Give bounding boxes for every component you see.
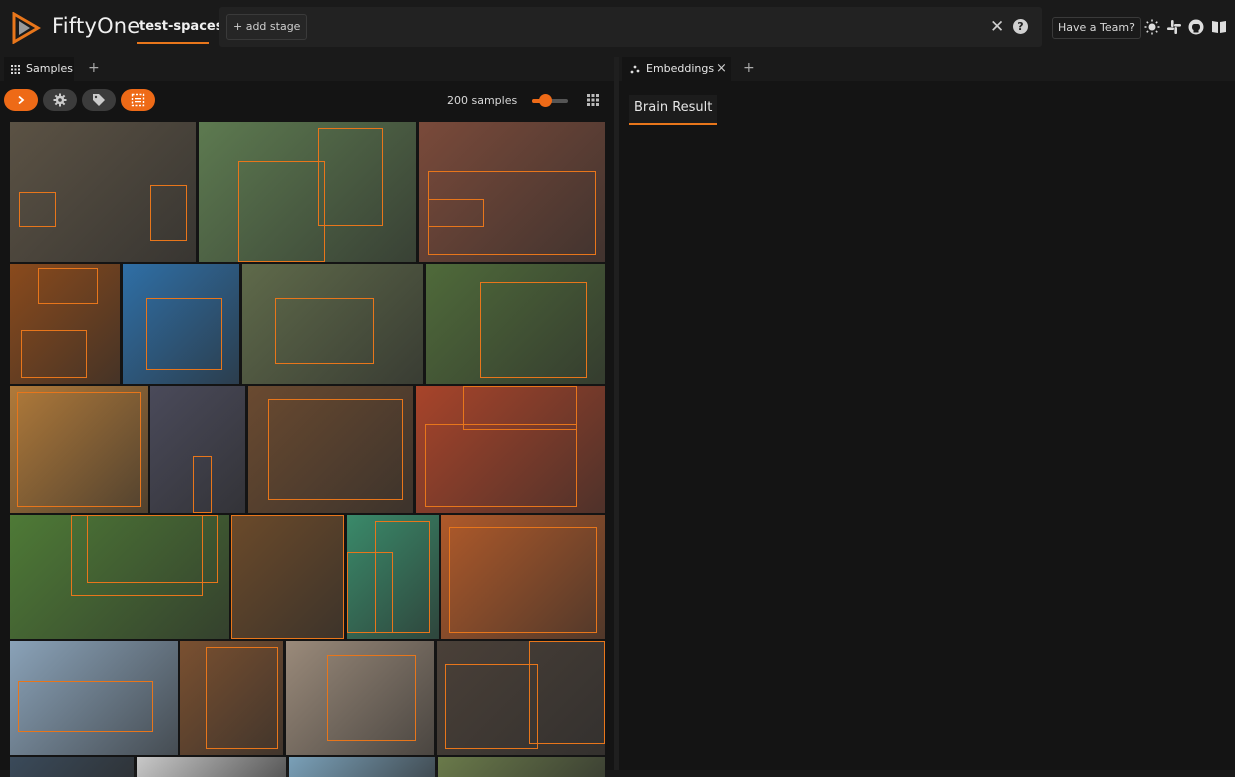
- detection-box: [347, 552, 393, 633]
- sample-tile[interactable]: [10, 641, 178, 755]
- sample-tile[interactable]: [10, 264, 120, 384]
- sample-tile[interactable]: [123, 264, 239, 384]
- sample-tile[interactable]: [347, 515, 439, 639]
- detection-box: [529, 641, 605, 744]
- tab-embeddings-label: Embeddings: [646, 62, 715, 75]
- detection-box: [428, 199, 485, 227]
- grid-icon: [11, 65, 20, 74]
- tab-embeddings[interactable]: Embeddings ×: [622, 57, 731, 81]
- sample-tile[interactable]: [441, 515, 605, 639]
- detection-box: [463, 386, 577, 431]
- detection-box: [146, 297, 222, 370]
- tag-icon: [93, 94, 105, 106]
- gear-icon: [53, 93, 67, 107]
- detection-box: [267, 398, 404, 501]
- sample-tile[interactable]: [438, 757, 605, 777]
- detection-box: [425, 424, 577, 507]
- github-icon[interactable]: [1188, 19, 1204, 35]
- settings-button[interactable]: [43, 89, 77, 111]
- close-tab-icon[interactable]: ×: [716, 57, 727, 81]
- detection-box: [238, 161, 325, 262]
- have-a-team-button[interactable]: Have a Team?: [1052, 17, 1141, 39]
- sample-tile[interactable]: [231, 515, 344, 639]
- detection-box: [445, 663, 538, 750]
- expand-sidebar-button[interactable]: [4, 89, 38, 111]
- sample-tile[interactable]: [10, 122, 196, 262]
- detection-box: [231, 515, 344, 639]
- sample-tile[interactable]: [289, 757, 435, 777]
- tag-button[interactable]: [82, 89, 116, 111]
- embeddings-panel: Brain Result: [619, 81, 1235, 770]
- sample-tile[interactable]: [437, 641, 605, 755]
- brain-result-selector[interactable]: Brain Result: [629, 95, 718, 125]
- detection-box: [479, 282, 588, 378]
- samples-panel: 200 samples: [0, 81, 614, 777]
- dataset-underline: [137, 42, 209, 44]
- slack-icon[interactable]: [1166, 19, 1182, 35]
- embeddings-icon: [630, 65, 640, 74]
- left-space-tabbar: Samples +: [0, 57, 614, 81]
- zoom-slider-handle[interactable]: [538, 94, 552, 107]
- sample-tile[interactable]: [10, 757, 134, 777]
- help-icon[interactable]: ?: [1013, 19, 1028, 34]
- sample-tile[interactable]: [150, 386, 245, 513]
- add-stage-button[interactable]: + add stage: [226, 14, 308, 40]
- detection-box: [19, 192, 57, 227]
- sample-tile[interactable]: [242, 264, 423, 384]
- sample-tile[interactable]: [10, 386, 148, 513]
- right-space-tabbar: Embeddings × +: [619, 57, 1235, 81]
- detection-box: [205, 646, 278, 750]
- sample-tile[interactable]: [419, 122, 605, 262]
- view-bar[interactable]: + add stage ✕ ?: [219, 7, 1042, 47]
- sample-tile[interactable]: [137, 757, 286, 777]
- docs-book-icon[interactable]: [1211, 19, 1227, 35]
- dataset-selector[interactable]: test-spaces: [139, 19, 223, 34]
- sample-tile[interactable]: [248, 386, 413, 513]
- clear-view-icon[interactable]: ✕: [990, 18, 1004, 36]
- theme-sun-icon[interactable]: [1144, 19, 1160, 35]
- sample-count: 200 samples: [447, 94, 518, 107]
- grid-view-icon[interactable]: [587, 94, 599, 106]
- sample-tile[interactable]: [416, 386, 605, 513]
- add-panel-button[interactable]: +: [88, 60, 100, 76]
- sample-tile[interactable]: [426, 264, 605, 384]
- detection-box: [449, 527, 597, 633]
- detection-box: [16, 392, 142, 507]
- tab-samples-label: Samples: [26, 62, 73, 75]
- sample-tile[interactable]: [180, 641, 283, 755]
- tab-samples[interactable]: Samples: [4, 57, 74, 81]
- app-header: FiftyOne test-spaces + add stage ✕ ? Hav…: [0, 0, 1235, 54]
- sample-tile[interactable]: [199, 122, 416, 262]
- brand-name: FiftyOne: [52, 14, 141, 38]
- detection-box: [18, 680, 153, 733]
- sample-tile[interactable]: [10, 515, 229, 639]
- detection-box: [327, 654, 417, 742]
- add-panel-button-right[interactable]: +: [743, 60, 755, 76]
- selection-icon: [131, 93, 145, 107]
- detection-box: [21, 330, 87, 378]
- detection-box: [37, 267, 98, 304]
- chevron-right-icon: [18, 95, 25, 105]
- detection-box: [149, 185, 187, 241]
- sample-tile[interactable]: [286, 641, 434, 755]
- detection-box: [274, 297, 375, 364]
- detection-box: [318, 127, 384, 226]
- selection-mode-button[interactable]: [121, 89, 155, 111]
- detection-box: [192, 455, 212, 513]
- fiftyone-logo-icon[interactable]: [10, 12, 42, 44]
- detection-box: [86, 515, 219, 584]
